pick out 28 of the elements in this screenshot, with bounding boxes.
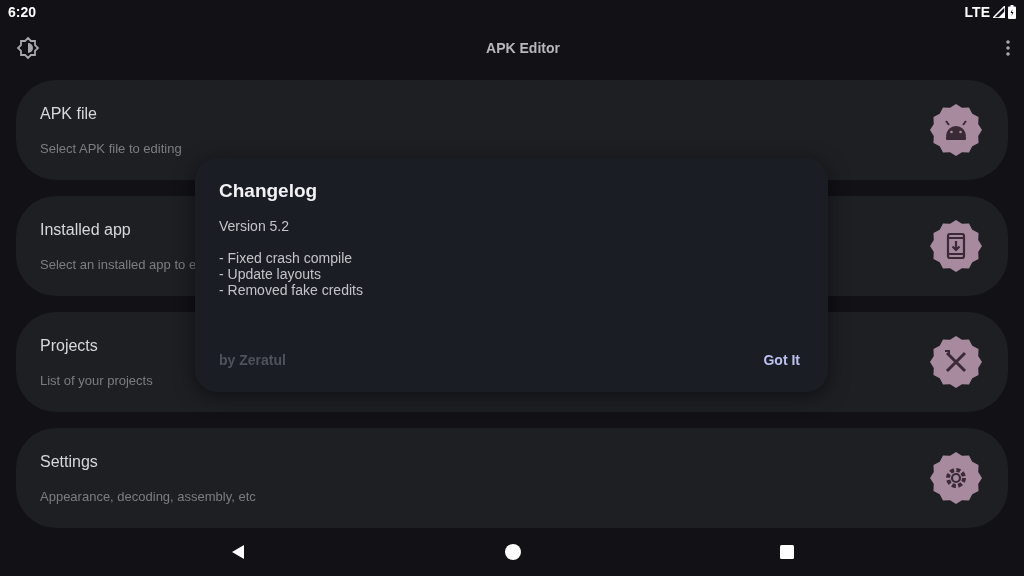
changelog-line: - Fixed crash compile (219, 250, 354, 266)
version-text: Version 5.2 (219, 218, 291, 234)
changelog-line: - Update layouts (219, 266, 322, 282)
card-subtitle: List of your projects (40, 372, 153, 388)
dialog-title: Changelog (219, 180, 319, 202)
signal-icon (993, 6, 1005, 18)
app-title: APK Editor (486, 40, 560, 56)
home-icon[interactable] (505, 544, 521, 560)
card-title: APK file (40, 104, 98, 123)
tools-icon (944, 350, 967, 373)
more-menu-icon[interactable] (1006, 40, 1010, 56)
card-title: Projects (40, 336, 99, 355)
network-type: LTE (964, 4, 990, 20)
card-subtitle: Select APK file to editing (40, 140, 182, 156)
got-it-button[interactable]: Got It (759, 346, 804, 374)
recents-icon[interactable] (780, 545, 795, 559)
changelog-line: - Removed fake credits (219, 282, 364, 298)
menu-card[interactable]: Settings Appearance, decoding, assembly, etc (16, 428, 1008, 528)
battery-icon (1008, 5, 1016, 19)
brightness-icon[interactable] (16, 36, 40, 60)
card-subtitle: Select an installed app to e (40, 256, 197, 272)
status-time: 6:20 (8, 4, 37, 20)
card-title: Installed app (40, 220, 132, 239)
android-icon (945, 120, 967, 140)
gear-icon (946, 468, 966, 488)
phone-download-icon (946, 232, 966, 260)
card-subtitle: Appearance, decoding, assembly, etc (40, 488, 256, 504)
card-title: Settings (40, 452, 99, 471)
